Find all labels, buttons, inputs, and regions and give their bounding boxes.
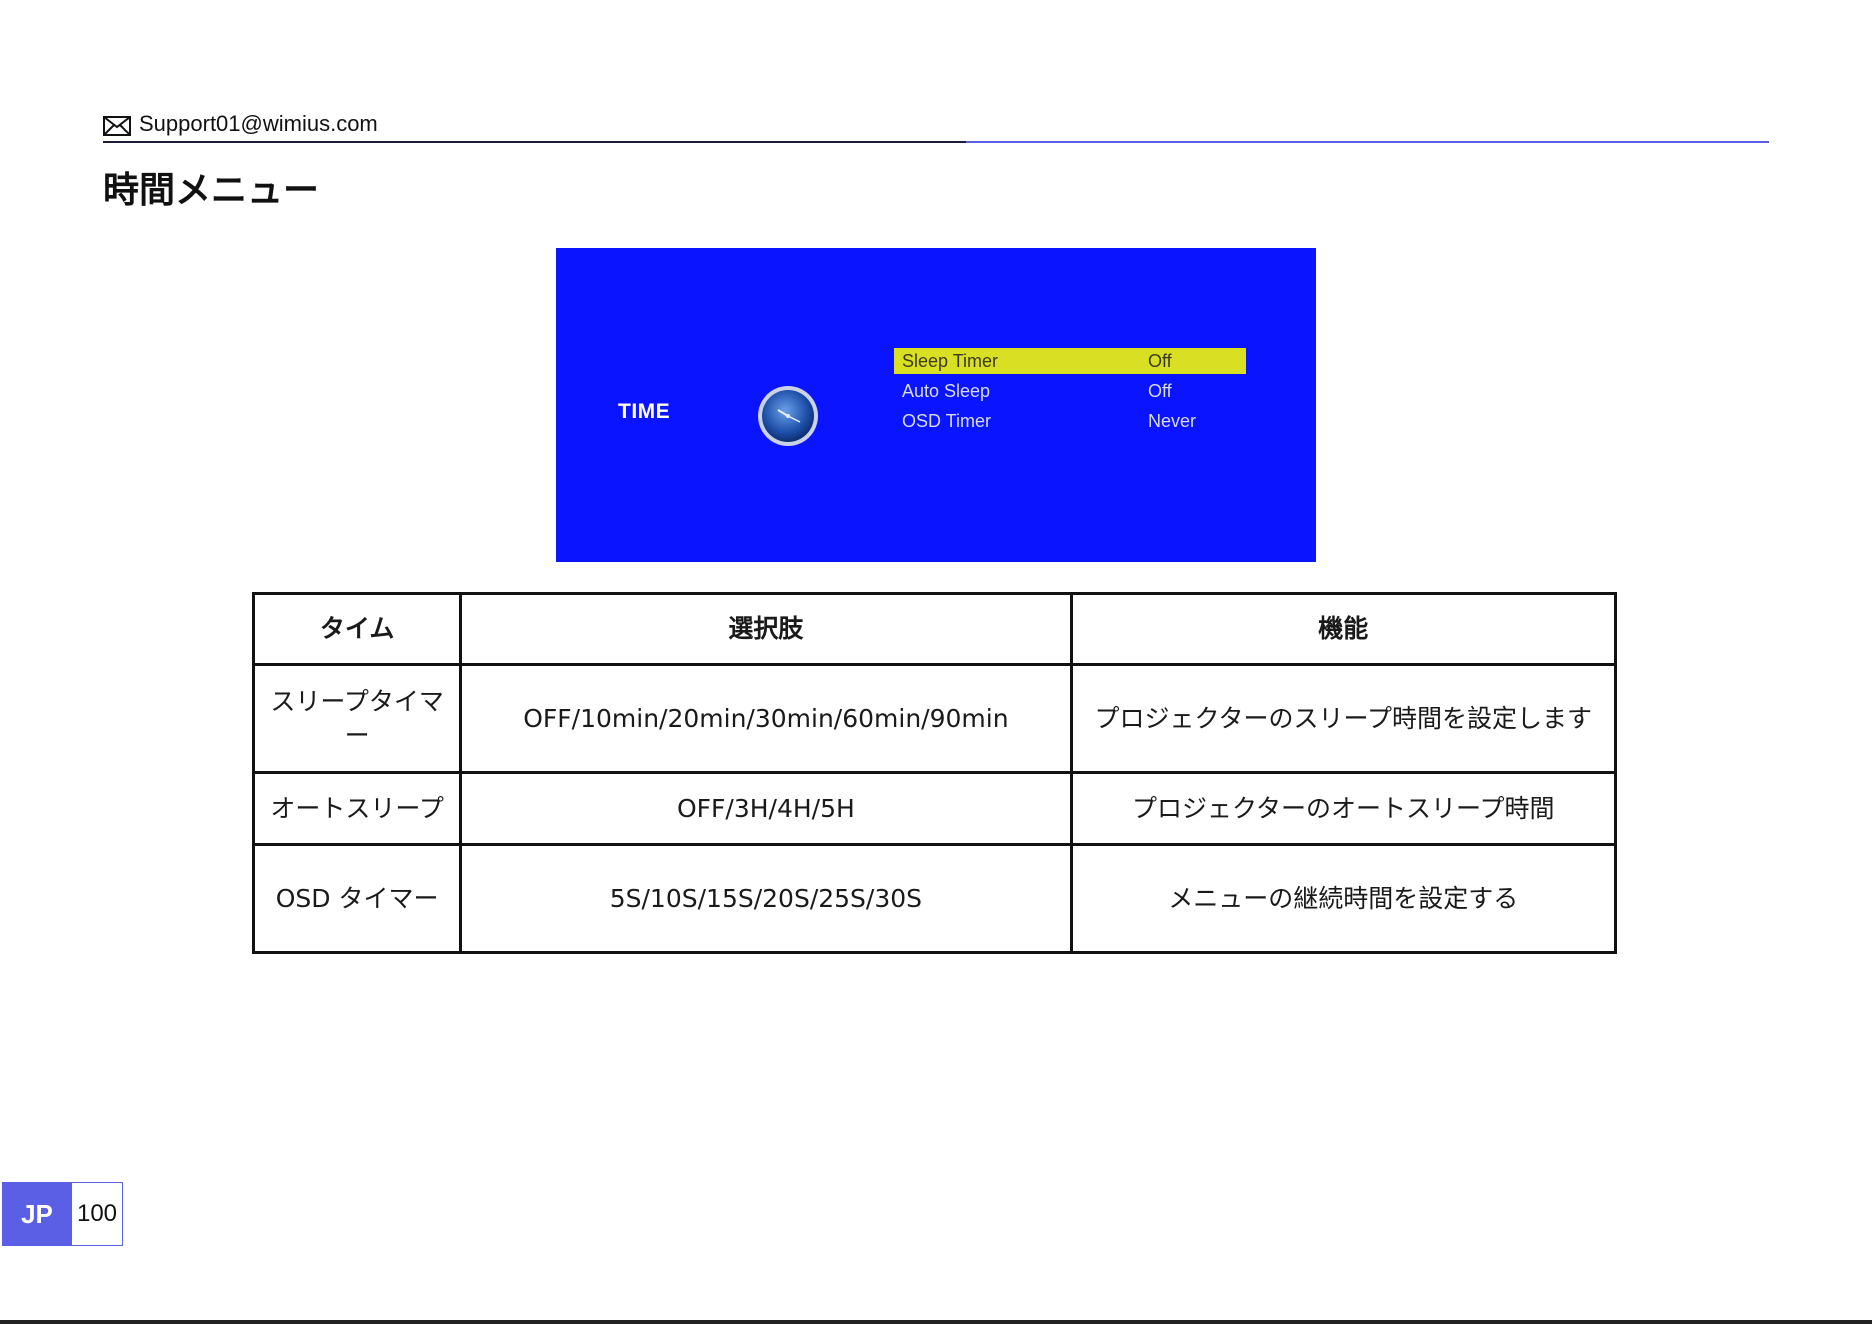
page-number: 100 (72, 1182, 123, 1246)
table-cell: スリープタイマー (251, 663, 463, 774)
table-row: OSD タイマー 5S/10S/15S/20S/25S/30S メニューの継続時… (251, 843, 1618, 954)
osd-item-label: Sleep Timer (902, 351, 999, 371)
table-header-row: タイム 選択肢 機能 (251, 592, 1618, 666)
osd-item-sleep-timer[interactable]: Sleep Timer Off (894, 348, 1246, 374)
table-cell: オートスリープ (251, 771, 463, 846)
header-cell-function: 機能 (1069, 592, 1618, 666)
mail-icon (103, 116, 131, 136)
table-row: オートスリープ OFF/3H/4H/5H プロジェクターのオートスリープ時間 (251, 771, 1618, 846)
table-row: スリープタイマー OFF/10min/20min/30min/60min/90m… (251, 663, 1618, 774)
table-cell: 5S/10S/15S/20S/25S/30S (459, 843, 1073, 954)
table-cell: OFF/10min/20min/30min/60min/90min (459, 663, 1073, 774)
clock-icon (758, 386, 818, 446)
page-title: 時間メニュー (103, 170, 320, 211)
osd-item-osd-timer[interactable]: OSD Timer Never (894, 408, 1246, 434)
osd-menu-screenshot: TIME Sleep Timer Off Auto Sleep Off OSD … (556, 248, 1316, 562)
table-cell: プロジェクターのスリープ時間を設定します (1069, 663, 1618, 774)
header-cell-time: タイム (251, 592, 463, 666)
page-bottom-border (0, 1320, 1872, 1324)
language-badge: JP (2, 1182, 72, 1246)
table-cell: OSD タイマー (251, 843, 463, 954)
header-divider-dark (103, 141, 966, 143)
osd-item-label: OSD Timer (902, 411, 992, 431)
osd-category-label: TIME (618, 400, 671, 423)
support-email[interactable]: Support01@wimius.com (139, 110, 378, 138)
header-divider-blue (966, 141, 1769, 143)
header-cell-options: 選択肢 (459, 592, 1073, 666)
table-cell: OFF/3H/4H/5H (459, 771, 1073, 846)
osd-item-value: Off (1148, 381, 1172, 401)
osd-item-label: Auto Sleep (902, 381, 991, 401)
time-menu-table: タイム 選択肢 機能 スリープタイマー OFF/10min/20min/30mi… (251, 592, 1618, 954)
table-cell: メニューの継続時間を設定する (1069, 843, 1618, 954)
osd-item-value: Off (1148, 351, 1172, 371)
table-cell: プロジェクターのオートスリープ時間 (1069, 771, 1618, 846)
osd-item-auto-sleep[interactable]: Auto Sleep Off (894, 378, 1246, 404)
header: Support01@wimius.com (103, 108, 1769, 144)
osd-item-value: Never (1148, 411, 1197, 431)
